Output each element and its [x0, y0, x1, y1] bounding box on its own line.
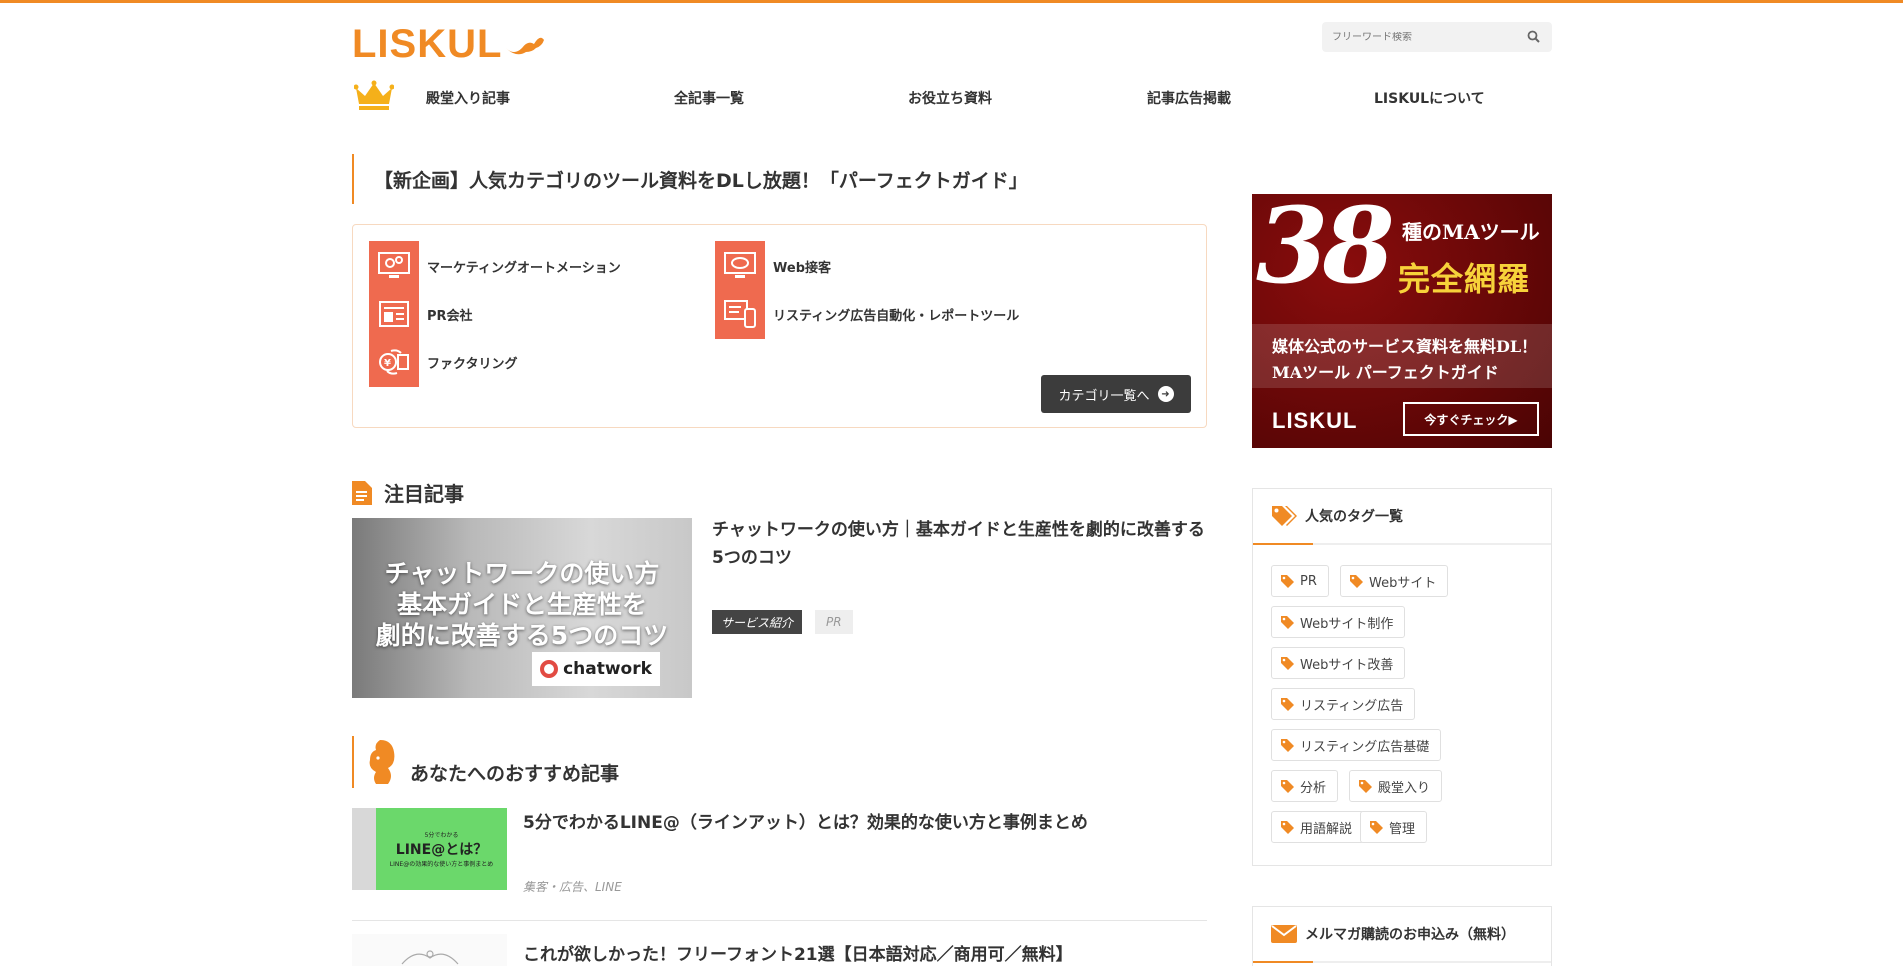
featured-tag-service[interactable]: サービス紹介: [712, 610, 803, 634]
squirrel-logo-icon: [506, 37, 545, 55]
featured-heading-text: 注目記事: [384, 482, 464, 506]
banner-band: 媒体公式のサービス資料を無料DL！ MAツール パーフェクトガイド: [1252, 324, 1552, 388]
category-box: マーケティングオートメーション Web接客 PR会社 リスティング広告自動化・レ…: [352, 224, 1207, 428]
recommended-thumbnail-1[interactable]: 5分でわかる LINE@とは？ LINE@の効果的な使い方と事例まとめ: [352, 808, 507, 890]
search-box[interactable]: [1322, 22, 1552, 52]
heading-underline: [1253, 961, 1313, 963]
category-list-button[interactable]: カテゴリ一覧へ ➜: [1041, 375, 1191, 413]
newsletter-heading: メルマガ購読のお申込み（無料）: [1253, 907, 1551, 963]
category-listing-ad-automation[interactable]: リスティング広告自動化・レポートツール: [715, 289, 1019, 339]
tag-glossary[interactable]: 用語解説: [1271, 811, 1365, 843]
recommended-heading-text: あなたへのおすすめ記事: [410, 763, 620, 785]
recommended-title-1[interactable]: 5分でわかるLINE@（ラインアット）とは？効果的な使い方と事例まとめ: [523, 808, 1223, 833]
featured-tag-pr[interactable]: PR: [815, 610, 853, 634]
banner-number: 38: [1256, 194, 1395, 307]
marketing-automation-icon: [369, 241, 419, 291]
category-web-reception[interactable]: Web接客: [715, 241, 831, 291]
featured-heading: 注目記事: [352, 478, 464, 507]
recommended-tags-1: 集客・広告、LINE: [523, 880, 622, 894]
svg-text:¥: ¥: [384, 358, 391, 369]
banner-logo: LISKUL: [1272, 408, 1358, 433]
featured-thumbnail[interactable]: チャットワークの使い方 基本ガイドと生産性を 劇的に改善する5つのコツ chat…: [352, 518, 692, 698]
featured-article-title[interactable]: チャットワークの使い方｜基本ガイドと生産性を劇的に改善する5つのコツ: [712, 516, 1212, 572]
search-icon[interactable]: [1527, 30, 1540, 43]
tag-icon: [1281, 738, 1294, 752]
tag-icon: [1359, 779, 1372, 793]
tag-listing-ads-basics[interactable]: リスティング広告基礎: [1271, 729, 1442, 761]
category-pr-company[interactable]: PR会社: [369, 289, 473, 339]
tag-analysis[interactable]: 分析: [1271, 770, 1339, 802]
category-factoring[interactable]: ¥ ファクタリング: [369, 337, 517, 387]
tag-icon: [1272, 506, 1297, 526]
banner-check-button[interactable]: 今すぐチェック▶: [1403, 402, 1539, 436]
tag-icon: [1281, 820, 1294, 834]
popular-tags-box: 人気のタグ一覧 PR Webサイト Webサイト制作 Webサイト改善 リスティ…: [1252, 488, 1552, 866]
tag-listing-ads[interactable]: リスティング広告: [1271, 688, 1416, 720]
chatwork-logo: chatwork: [532, 652, 660, 686]
list-divider: [352, 920, 1207, 921]
featured-thumbnail-text: チャットワークの使い方 基本ガイドと生産性を 劇的に改善する5つのコツ: [375, 559, 669, 650]
site-logo[interactable]: LISKUL: [352, 24, 546, 64]
tag-icon: [1281, 779, 1294, 793]
promo-title[interactable]: 【新企画】人気カテゴリのツール資料をDLし放題！「パーフェクトガイド」: [352, 154, 1028, 204]
search-input[interactable]: [1332, 31, 1512, 43]
banner-line-2: MAツール パーフェクトガイド: [1272, 363, 1499, 382]
mail-icon: [1271, 925, 1297, 943]
tag-website-improvement[interactable]: Webサイト改善: [1271, 647, 1406, 679]
category-label: PR会社: [427, 308, 473, 324]
category-list-button-label: カテゴリ一覧へ: [1058, 388, 1150, 404]
ma-tool-banner[interactable]: 38 種のMAツール 完全網羅 媒体公式のサービス資料を無料DL！ MAツール …: [1252, 194, 1552, 448]
line-at-thumbnail: 5分でわかる LINE@とは？ LINE@の効果的な使い方と事例まとめ: [376, 808, 507, 890]
tag-pr[interactable]: PR: [1271, 565, 1329, 597]
tag-icon: [1370, 820, 1383, 834]
recommended-thumbnail-2[interactable]: [352, 934, 507, 966]
tag-icon: [1281, 615, 1294, 629]
recommended-heading: あなたへのおすすめ記事: [352, 736, 619, 788]
nav-item-all-articles[interactable]: 全記事一覧: [674, 88, 744, 108]
nav-item-resources[interactable]: お役立ち資料: [908, 88, 992, 108]
crown-icon: [354, 80, 394, 110]
tag-icon: [1281, 574, 1294, 588]
category-label: リスティング広告自動化・レポートツール: [773, 308, 1020, 324]
web-reception-icon: [715, 241, 765, 291]
popular-tags-heading: 人気のタグ一覧: [1253, 489, 1551, 545]
heading-underline: [1253, 543, 1313, 545]
category-marketing-automation[interactable]: マーケティングオートメーション: [369, 241, 621, 291]
main-nav: 殿堂入り記事 全記事一覧 お役立ち資料 記事広告掲載 LISKULについて: [352, 78, 1552, 118]
nav-item-article-ads[interactable]: 記事広告掲載: [1147, 88, 1231, 108]
tag-hall-of-fame[interactable]: 殿堂入り: [1349, 770, 1443, 802]
category-label: ファクタリング: [427, 356, 518, 372]
logo-text: LISKUL: [352, 22, 503, 66]
tag-website-production[interactable]: Webサイト制作: [1271, 606, 1406, 638]
recommended-title-2[interactable]: これが欲しかった！フリーフォント21選【日本語対応／商用可／無料】: [523, 940, 1223, 965]
tag-icon: [1350, 574, 1363, 588]
factoring-icon: ¥: [369, 337, 419, 387]
ornament-icon: [401, 950, 459, 965]
arrow-right-icon: ➜: [1157, 386, 1174, 402]
listing-ad-automation-icon: [715, 289, 765, 339]
tag-website[interactable]: Webサイト: [1340, 565, 1449, 597]
document-icon: [352, 480, 372, 505]
newsletter-box: メルマガ購読のお申込み（無料）: [1252, 906, 1552, 966]
nav-item-hall-of-fame[interactable]: 殿堂入り記事: [426, 88, 510, 108]
squirrel-icon: [369, 740, 395, 784]
category-label: Web接客: [773, 260, 831, 276]
tag-icon: [1281, 656, 1294, 670]
tag-icon: [1281, 697, 1294, 711]
tag-management[interactable]: 管理: [1360, 811, 1428, 843]
nav-item-about[interactable]: LISKULについて: [1374, 88, 1485, 108]
chatwork-logo-icon: [540, 660, 559, 678]
category-label: マーケティングオートメーション: [427, 260, 621, 276]
banner-sub: 種のMAツール: [1402, 220, 1540, 244]
banner-headline: 完全網羅: [1398, 260, 1531, 298]
top-accent-bar: [0, 0, 1903, 3]
banner-line-1: 媒体公式のサービス資料を無料DL！: [1272, 337, 1538, 356]
pr-company-icon: [369, 289, 419, 339]
